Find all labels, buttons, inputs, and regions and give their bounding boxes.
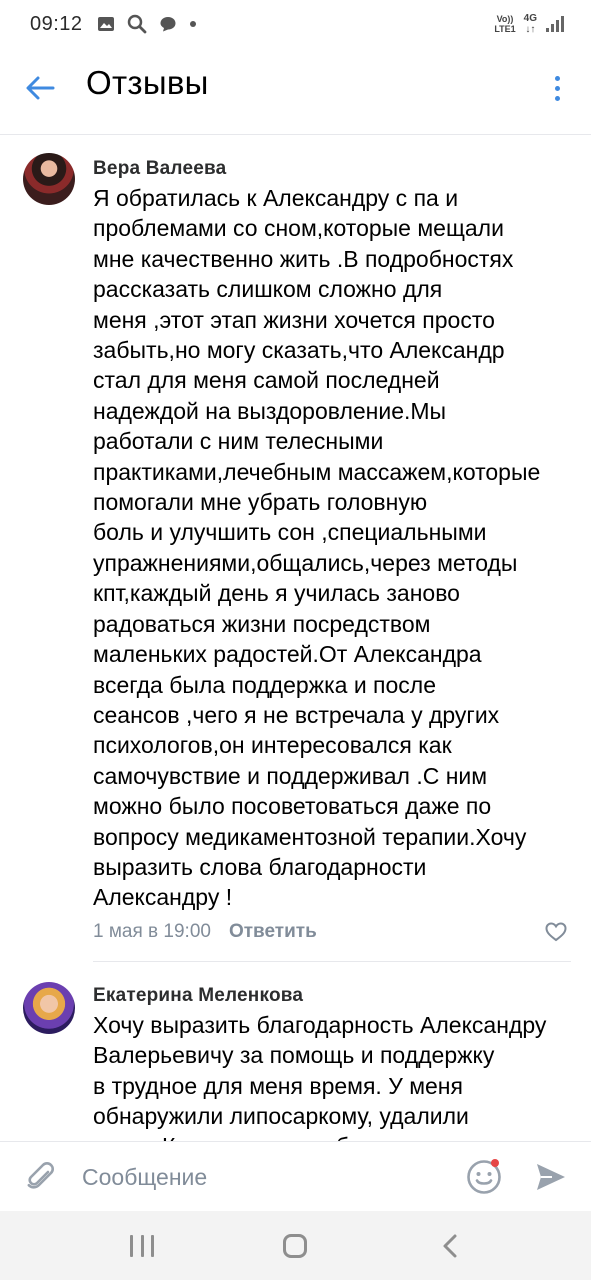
- comment: Екатерина Меленкова Хочу выразить благод…: [0, 962, 591, 1141]
- back-button[interactable]: [22, 70, 58, 106]
- page-title: Отзывы: [86, 64, 209, 101]
- reply-button[interactable]: Ответить: [229, 921, 317, 943]
- signal-icon: [546, 16, 564, 32]
- chat-bubble-icon: [160, 17, 176, 32]
- message-input[interactable]: [82, 1160, 442, 1194]
- avatar[interactable]: [23, 981, 75, 1034]
- comment-meta: 1 мая в 19:00 Ответить: [93, 917, 571, 947]
- volte-indicator: Vo)) LTE1: [494, 14, 516, 34]
- system-nav-bar: [0, 1211, 591, 1280]
- send-icon[interactable]: [534, 1160, 568, 1194]
- gallery-icon: [97, 17, 114, 31]
- search-icon: [127, 14, 146, 34]
- back-icon[interactable]: [440, 1233, 460, 1259]
- comment-author[interactable]: Вера Валеева: [93, 157, 571, 181]
- comments-list[interactable]: Вера Валеева Я обратилась к Александру с…: [0, 135, 591, 1141]
- comment-author[interactable]: Екатерина Меленкова: [93, 984, 571, 1008]
- avatar[interactable]: [23, 153, 75, 205]
- message-composer: [0, 1141, 591, 1211]
- app-bar: Отзывы: [0, 48, 591, 134]
- comment-text: Я обратилась к Александру с па и проблем…: [93, 185, 541, 911]
- dot-icon: [189, 21, 196, 27]
- notification-dot: [491, 1159, 499, 1167]
- status-time: 09:12: [30, 12, 83, 35]
- home-icon[interactable]: [283, 1234, 307, 1258]
- arrow-left-icon: [26, 76, 55, 100]
- comment-date: 1 мая в 19:00: [93, 920, 211, 942]
- comment: Вера Валеева Я обратилась к Александру с…: [0, 135, 591, 962]
- more-vertical-icon: [554, 75, 560, 81]
- more-options-button[interactable]: [547, 70, 567, 106]
- recent-apps-icon[interactable]: [130, 1235, 154, 1257]
- heart-icon[interactable]: [545, 922, 567, 942]
- comment-text: Хочу выразить благодарность Александру В…: [93, 1011, 547, 1141]
- status-bar: 09:12 Vo)) LTE1 4G ↓↑: [0, 0, 591, 48]
- network-type: 4G ↓↑: [523, 13, 537, 35]
- paperclip-icon[interactable]: [22, 1158, 60, 1196]
- status-icons: [97, 14, 197, 34]
- status-right: Vo)) LTE1 4G ↓↑: [494, 13, 567, 35]
